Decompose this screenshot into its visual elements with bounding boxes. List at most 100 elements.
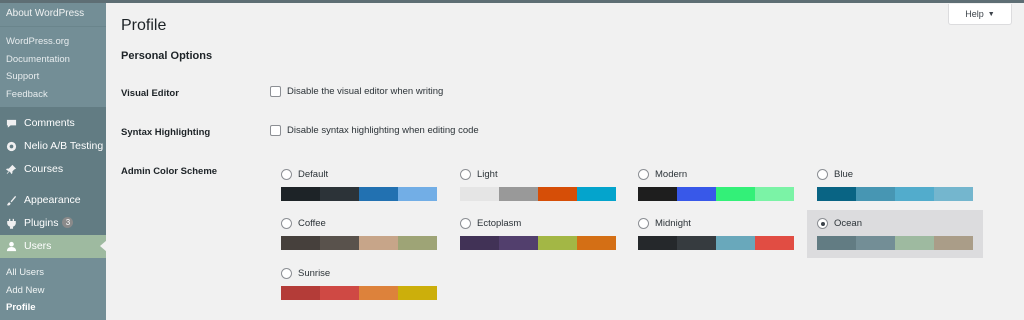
color-scheme-radio[interactable] (281, 268, 292, 279)
color-scheme-header: Midnight (638, 218, 691, 229)
submenu-add-new[interactable]: Add New (0, 282, 106, 300)
color-scheme-header: Ectoplasm (460, 218, 521, 229)
color-scheme-radio[interactable] (817, 169, 828, 180)
color-scheme-option-midnight[interactable]: Midnight (638, 218, 796, 266)
color-scheme-option-ectoplasm[interactable]: Ectoplasm (460, 218, 618, 266)
user-icon (6, 241, 17, 252)
color-swatch (538, 187, 577, 201)
color-swatch (359, 286, 398, 300)
color-swatch (320, 187, 359, 201)
sidebar-item-comments[interactable]: Comments (0, 112, 106, 135)
color-scheme-header: Default (281, 169, 328, 180)
pin-icon (6, 164, 17, 175)
color-swatch (281, 236, 320, 250)
sidebar-item-plugins[interactable]: Plugins 3 (0, 212, 106, 235)
color-swatch (320, 236, 359, 250)
color-scheme-option-modern[interactable]: Modern (638, 169, 796, 217)
admin-color-scheme-label: Admin Color Scheme (121, 166, 218, 177)
color-swatch (677, 187, 716, 201)
syntax-highlighting-option[interactable]: Disable syntax highlighting when editing… (270, 125, 479, 136)
color-swatch (856, 187, 895, 201)
disable-syntax-highlighting-checkbox[interactable] (270, 125, 281, 136)
about-wordpress-link[interactable]: About WordPress (0, 3, 106, 27)
section-title-personal-options: Personal Options (121, 50, 213, 62)
color-scheme-header: Coffee (281, 218, 326, 229)
visual-editor-label: Visual Editor (121, 88, 179, 99)
color-swatch (638, 187, 677, 201)
color-swatch (499, 187, 538, 201)
color-swatch (716, 236, 755, 250)
nelio-icon (6, 141, 17, 152)
submenu-all-users[interactable]: All Users (0, 264, 106, 282)
color-scheme-header: Light (460, 169, 498, 180)
color-scheme-radio[interactable] (460, 169, 471, 180)
color-swatch (677, 236, 716, 250)
documentation-link[interactable]: Documentation (0, 51, 106, 69)
color-swatch-strip (281, 187, 437, 201)
color-scheme-name: Blue (834, 169, 854, 180)
color-scheme-name: Midnight (655, 218, 691, 229)
color-scheme-option-ocean[interactable]: Ocean (807, 210, 983, 258)
color-scheme-name: Light (477, 169, 498, 180)
color-swatch (577, 187, 616, 201)
color-swatch (895, 236, 934, 250)
color-swatch (895, 187, 934, 201)
wordpress-org-link[interactable]: WordPress.org (0, 33, 106, 51)
color-swatch (281, 286, 320, 300)
caret-down-icon: ▼ (987, 11, 995, 18)
color-swatch (817, 187, 856, 201)
admin-sidebar: About WordPress WordPress.org Documentat… (0, 3, 107, 320)
disable-visual-editor-checkbox[interactable] (270, 86, 281, 97)
sidebar-item-users[interactable]: Users (0, 235, 107, 258)
color-swatch (934, 187, 973, 201)
color-swatch (398, 286, 437, 300)
color-scheme-option-sunrise[interactable]: Sunrise (281, 268, 439, 316)
color-scheme-name: Ectoplasm (477, 218, 522, 229)
help-tab-button[interactable]: Help ▼ (948, 4, 1012, 25)
color-swatch (934, 236, 973, 250)
color-swatch (359, 236, 398, 250)
color-scheme-option-coffee[interactable]: Coffee (281, 218, 439, 266)
feedback-link[interactable]: Feedback (0, 86, 106, 104)
color-scheme-radio[interactable] (281, 169, 292, 180)
color-scheme-name: Ocean (834, 218, 862, 229)
color-scheme-radio[interactable] (638, 218, 649, 229)
color-scheme-name: Modern (655, 169, 688, 180)
color-scheme-header: Blue (817, 169, 853, 180)
color-scheme-radio[interactable] (281, 218, 292, 229)
wp-logo-flyout: About WordPress WordPress.org Documentat… (0, 3, 106, 107)
sidebar-item-nelio[interactable]: Nelio A/B Testing (0, 135, 106, 158)
color-scheme-option-light[interactable]: Light (460, 169, 618, 217)
color-scheme-option-default[interactable]: Default (281, 169, 439, 217)
color-scheme-radio[interactable] (817, 218, 828, 229)
users-submenu: All Users Add New Profile (0, 258, 106, 320)
color-swatch-strip (460, 236, 616, 250)
color-scheme-header: Ocean (817, 218, 862, 229)
comment-icon (6, 119, 17, 128)
color-swatch (460, 236, 499, 250)
color-scheme-name: Default (298, 169, 329, 180)
color-swatch (817, 236, 856, 250)
sidebar-item-appearance[interactable]: Appearance (0, 189, 106, 212)
color-swatch (460, 187, 499, 201)
color-swatch (755, 187, 794, 201)
plugin-update-count-badge: 3 (62, 217, 74, 228)
submenu-profile[interactable]: Profile (0, 299, 106, 317)
color-swatch (499, 236, 538, 250)
color-swatch-strip (817, 236, 973, 250)
color-scheme-name: Coffee (298, 218, 326, 229)
color-scheme-header: Modern (638, 169, 687, 180)
color-swatch (638, 236, 677, 250)
sidebar-item-label: Users (24, 240, 52, 252)
sidebar-item-label: Plugins (24, 217, 59, 229)
color-swatch-strip (281, 286, 437, 300)
color-scheme-radio[interactable] (638, 169, 649, 180)
visual-editor-option[interactable]: Disable the visual editor when writing (270, 86, 443, 97)
color-swatch-strip (638, 187, 794, 201)
color-scheme-name: Sunrise (298, 268, 331, 279)
color-scheme-radio[interactable] (460, 218, 471, 229)
sidebar-item-courses[interactable]: Courses (0, 158, 106, 181)
color-swatch (538, 236, 577, 250)
checkbox-label: Disable syntax highlighting when editing… (287, 125, 479, 136)
support-link[interactable]: Support (0, 68, 106, 86)
